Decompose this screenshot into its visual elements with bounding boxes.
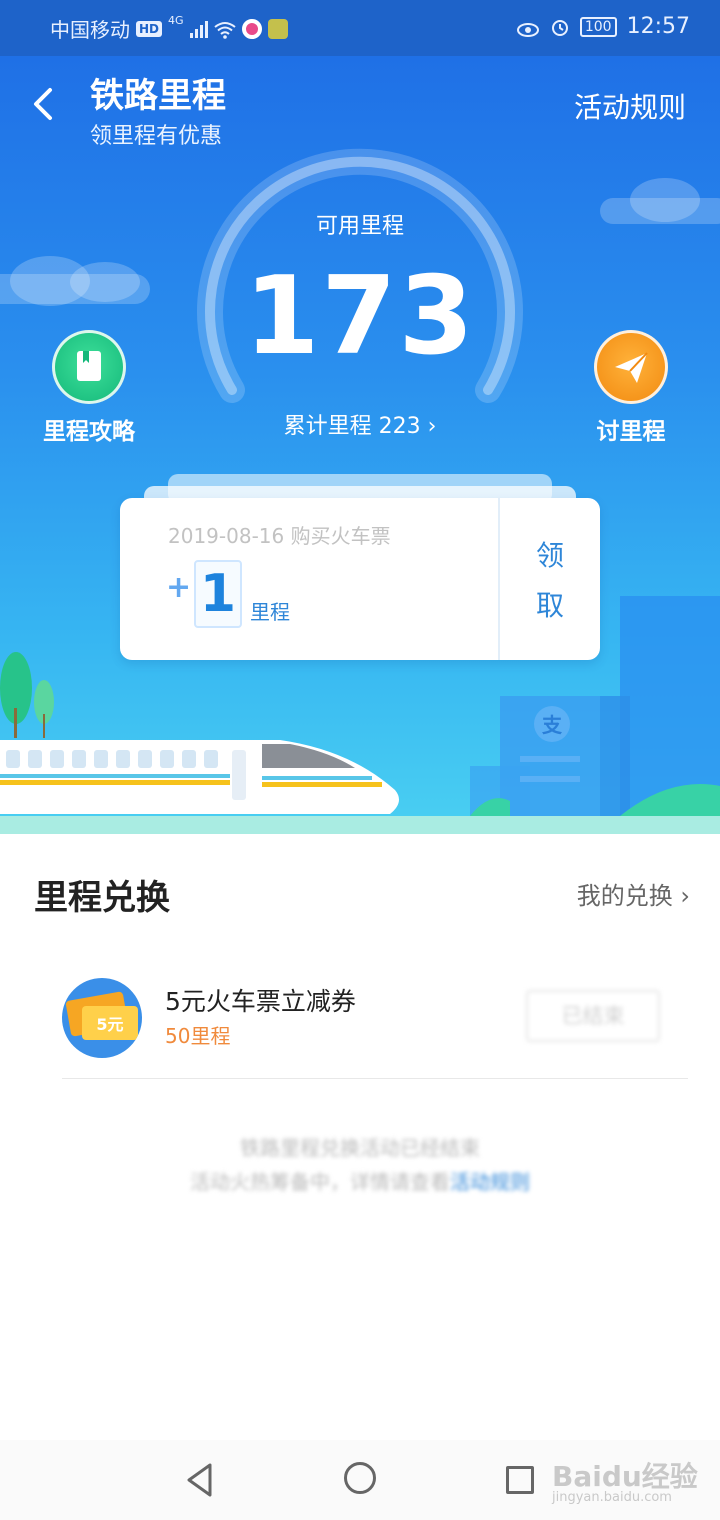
claim-label-1: 领 <box>535 539 564 572</box>
claim-record-text: 2019-08-16 购买火车票 <box>168 524 391 548</box>
available-mileage-label: 可用里程 <box>315 214 404 239</box>
request-mileage-button[interactable] <box>594 330 668 404</box>
page-title: 铁路里程 <box>90 76 226 116</box>
exchange-ended-button[interactable]: 已结束 <box>526 990 660 1042</box>
mileage-guide-button[interactable] <box>52 330 126 404</box>
svg-text:支: 支 <box>542 713 563 737</box>
alarm-icon <box>550 17 570 37</box>
wifi-icon <box>213 20 236 39</box>
app-notification-icon <box>241 18 262 39</box>
coupon-icon: 5元 <box>62 978 142 1058</box>
back-button[interactable] <box>28 84 64 124</box>
triangle-back-icon <box>187 1463 212 1497</box>
city-buildings-illustration: 支 <box>470 596 720 816</box>
exchange-item-name: 5元火车票立减券 <box>165 987 356 1016</box>
nav-recents-button[interactable] <box>506 1466 534 1494</box>
status-left: 中国移动 HD 4G <box>50 14 288 43</box>
eye-comfort-icon <box>516 19 540 37</box>
coupon-icon-text: 5元 <box>96 1015 123 1034</box>
claim-amount: 1 <box>194 560 242 628</box>
nav-home-button[interactable] <box>344 1462 376 1494</box>
exchange-item-cost: 50里程 <box>165 1024 231 1048</box>
book-icon <box>77 351 101 381</box>
track-strip <box>0 816 720 834</box>
tree-illustration <box>0 652 54 738</box>
request-mileage-label[interactable]: 讨里程 <box>561 412 701 446</box>
mileage-guide-label[interactable]: 里程攻略 <box>19 412 159 446</box>
network-type: 4G <box>168 14 184 27</box>
item-divider <box>62 1078 688 1079</box>
hd-badge: HD <box>136 20 163 37</box>
activity-rules-link[interactable]: 活动规则 <box>574 86 686 126</box>
chevron-left-icon <box>34 88 52 120</box>
clock: 12:57 <box>626 14 690 39</box>
claim-unit: 里程 <box>250 600 290 624</box>
notice-text: 活动火热筹备中，详情请查看 <box>190 1170 450 1194</box>
notice-rules-link[interactable]: 活动规则 <box>450 1170 530 1194</box>
chevron-right-icon: › <box>427 414 437 439</box>
total-mileage-text: 累计里程 223 <box>283 414 421 439</box>
status-right: 100 12:57 <box>516 14 690 39</box>
paper-plane-icon <box>615 352 648 383</box>
exchange-notice-line2: 活动火热筹备中，详情请查看活动规则 <box>0 1166 720 1195</box>
watermark-url: jingyan.baidu.com <box>552 1490 672 1505</box>
nav-back-button[interactable] <box>184 1462 216 1498</box>
high-speed-train-illustration <box>0 740 399 814</box>
status-bar: 中国移动 HD 4G 100 12:57 <box>0 0 720 56</box>
exchange-section-title: 里程兑换 <box>34 878 170 918</box>
battery-indicator: 100 <box>579 16 617 37</box>
watermark-logo: Baidu经验 <box>552 1460 698 1493</box>
media-notification-icon <box>267 18 288 39</box>
carrier-name: 中国移动 <box>50 18 130 42</box>
signal-icon <box>189 20 208 38</box>
exchange-ended-notice: 铁路里程兑换活动已经结束 <box>240 1136 480 1160</box>
my-exchange-link[interactable]: 我的兑换 › <box>577 876 690 911</box>
plus-sign: + <box>166 570 192 605</box>
hero-banner: 铁路里程 领里程有优惠 活动规则 可用里程 173 累计里程 223 › 里程攻… <box>0 56 720 834</box>
